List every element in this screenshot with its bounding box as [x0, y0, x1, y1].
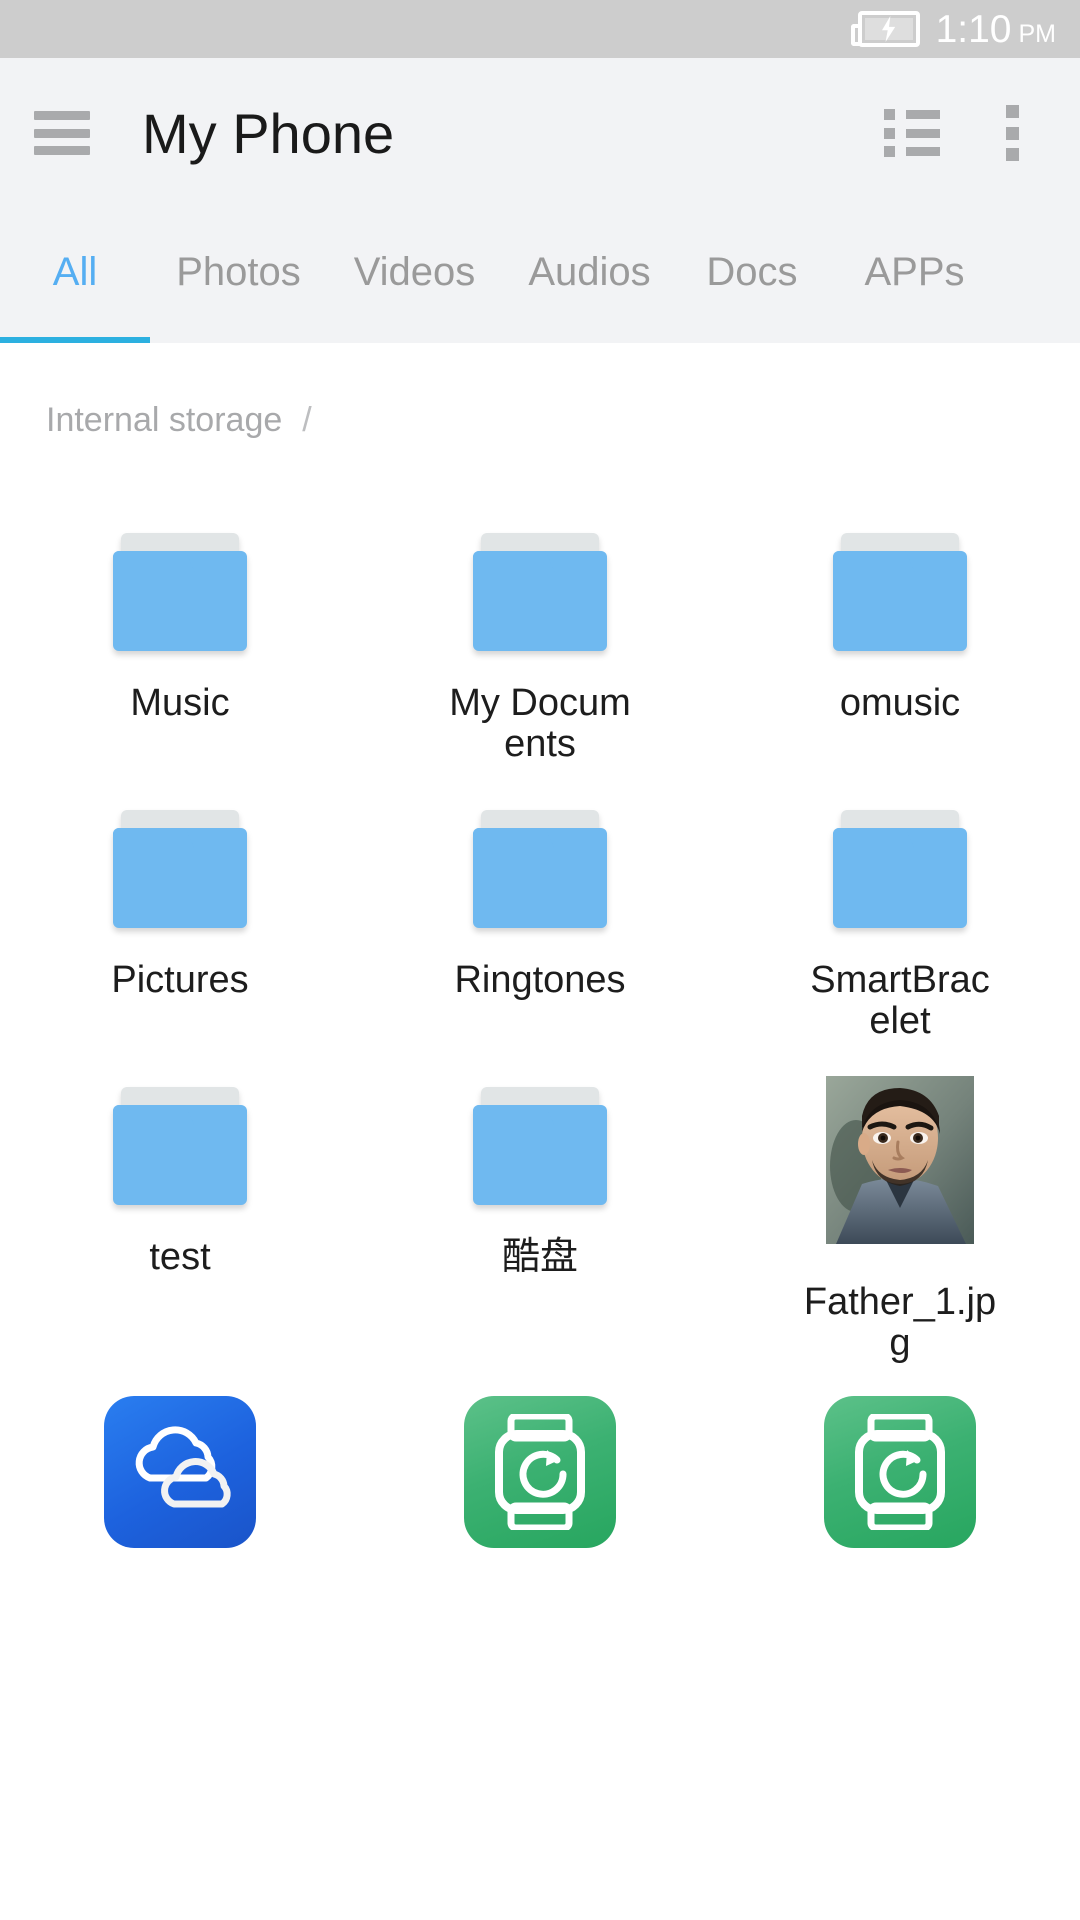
file-label: Pictures: [111, 959, 249, 1002]
file-item-cloud-app[interactable]: [0, 1364, 360, 1584]
file-item-watch-app-2[interactable]: [720, 1364, 1080, 1584]
file-label: My Documents: [449, 682, 631, 766]
battery-charging-icon: [850, 11, 920, 47]
file-label: Ringtones: [454, 959, 626, 1002]
folder-icon: [450, 1070, 630, 1206]
breadcrumb-separator: /: [302, 401, 312, 439]
file-label: Music: [130, 682, 230, 724]
file-item-test[interactable]: test: [0, 1042, 360, 1364]
overflow-menu-icon[interactable]: [1006, 105, 1020, 161]
cloud-app-icon: [90, 1392, 270, 1552]
smartwatch-app-icon: [810, 1392, 990, 1552]
file-item-pictures[interactable]: Pictures: [0, 765, 360, 1042]
app-bar: My Phone: [0, 58, 1080, 208]
breadcrumb-root[interactable]: Internal storage: [46, 401, 282, 440]
status-bar: 1:10 PM: [0, 0, 1080, 58]
clock-ampm: PM: [1018, 19, 1057, 48]
status-clock: 1:10 PM: [936, 10, 1056, 49]
file-item-omusic[interactable]: omusic: [720, 488, 1080, 765]
tab-bar: All Photos Videos Audios Docs APPs: [0, 208, 1080, 343]
folder-icon: [810, 793, 990, 929]
tab-all[interactable]: All: [0, 250, 150, 343]
file-label: Father_1.jpg: [803, 1281, 997, 1365]
tab-videos[interactable]: Videos: [327, 250, 502, 343]
list-view-icon[interactable]: [884, 109, 940, 157]
folder-icon: [90, 1070, 270, 1206]
active-tab-indicator: [0, 337, 150, 343]
folder-icon: [90, 793, 270, 929]
file-grid: Music My Documents omusic Pictures Ringt…: [0, 488, 1080, 1584]
photo-thumbnail: [810, 1070, 990, 1250]
file-item-ringtones[interactable]: Ringtones: [360, 765, 720, 1042]
page-title: My Phone: [142, 101, 395, 165]
folder-icon: [810, 516, 990, 651]
folder-icon: [90, 516, 270, 651]
file-item-kupan[interactable]: 酷盘: [360, 1042, 720, 1364]
smartwatch-app-icon: [450, 1392, 630, 1552]
file-label: test: [149, 1236, 211, 1279]
file-item-watch-app-1[interactable]: [360, 1364, 720, 1584]
file-item-my-documents[interactable]: My Documents: [360, 488, 720, 765]
tab-audios[interactable]: Audios: [502, 250, 677, 343]
file-item-father-1-jpg[interactable]: Father_1.jpg: [720, 1042, 1080, 1364]
clock-time: 1:10: [935, 7, 1012, 51]
hamburger-menu-icon[interactable]: [34, 111, 90, 155]
file-label: SmartBracelet: [810, 959, 990, 1043]
folder-icon: [450, 793, 630, 929]
breadcrumb: Internal storage /: [0, 343, 1080, 440]
file-label: 酷盘: [501, 1236, 578, 1279]
tab-docs[interactable]: Docs: [677, 250, 827, 343]
tab-apps[interactable]: APPs: [827, 250, 1002, 343]
file-item-music[interactable]: Music: [0, 488, 360, 765]
file-label: omusic: [839, 682, 961, 724]
file-item-smartbracelet[interactable]: SmartBracelet: [720, 765, 1080, 1042]
tab-photos[interactable]: Photos: [150, 250, 327, 343]
folder-icon: [450, 516, 630, 651]
